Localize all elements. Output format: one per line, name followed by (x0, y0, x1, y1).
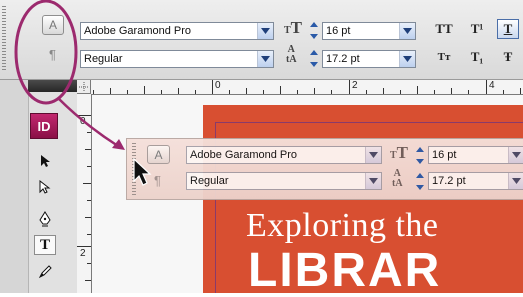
font-family-select[interactable]: Adobe Garamond Pro (186, 146, 382, 164)
leading-icon: AtA (286, 44, 297, 65)
font-size-value: 16 pt (432, 149, 457, 161)
leading-value: 17.2 pt (432, 175, 466, 187)
character-mode-icon[interactable]: A (42, 15, 64, 35)
small-caps-button[interactable]: Tт (433, 47, 455, 67)
ruler-mark-v0: 0 (80, 116, 86, 127)
leading-stepper[interactable] (309, 50, 320, 67)
horizontal-ruler[interactable]: 0 2 4 (77, 80, 523, 95)
font-size-stepper[interactable] (309, 22, 320, 39)
grip-handle-icon[interactable] (2, 6, 6, 72)
indesign-logo: ID (30, 113, 58, 139)
zoomed-control-panel-callout: A ¶ Adobe Garamond Pro Regular TT 16 pt … (126, 138, 523, 200)
ruler-origin[interactable] (77, 80, 91, 94)
font-style-value: Regular (84, 53, 123, 65)
dropdown-arrow-icon[interactable] (508, 147, 523, 163)
dropdown-arrow-icon[interactable] (399, 23, 415, 39)
font-size-field[interactable]: 16 pt (322, 22, 416, 40)
ruler-mark-2: 2 (352, 80, 358, 91)
font-style-value: Regular (190, 175, 229, 187)
selection-tool-icon[interactable] (34, 151, 56, 171)
superscript-button[interactable]: T¹ (466, 19, 488, 39)
paragraph-mode-icon[interactable]: ¶ (154, 173, 161, 188)
mouse-cursor-icon (133, 158, 152, 186)
paragraph-mode-icon[interactable]: ¶ (49, 47, 56, 62)
leading-field[interactable]: 17.2 pt (322, 50, 416, 68)
font-style-select[interactable]: Regular (186, 172, 382, 190)
tools-panel-header[interactable] (28, 80, 77, 92)
underline-glyph: T (503, 21, 513, 36)
dropdown-arrow-icon[interactable] (399, 51, 415, 67)
cover-title-line1[interactable]: Exploring the (246, 207, 439, 245)
dropdown-arrow-icon[interactable] (257, 23, 273, 39)
font-size-icon: TT (284, 18, 303, 37)
all-caps-button[interactable]: TT (433, 19, 455, 39)
ruler-mark-v2: 2 (80, 248, 86, 259)
font-style-select[interactable]: Regular (80, 50, 274, 68)
font-family-value: Adobe Garamond Pro (190, 149, 298, 161)
font-family-value: Adobe Garamond Pro (84, 25, 192, 37)
cover-title-line2[interactable]: LIBRAR (248, 247, 441, 295)
font-size-value: 16 pt (326, 25, 351, 37)
type-tool-icon[interactable]: T (34, 235, 56, 255)
underline-button[interactable]: T (497, 19, 519, 39)
direct-selection-tool-icon[interactable] (34, 177, 56, 197)
leading-icon: AtA (392, 168, 403, 189)
pencil-tool-icon[interactable] (34, 262, 56, 282)
dropdown-arrow-icon[interactable] (365, 147, 381, 163)
dropdown-arrow-icon[interactable] (508, 173, 523, 189)
leading-stepper[interactable] (415, 173, 426, 190)
control-panel: A ¶ Adobe Garamond Pro Regular TT 16 pt … (0, 0, 523, 80)
font-size-field[interactable]: 16 pt (428, 146, 523, 164)
ruler-mark-4: 4 (489, 80, 495, 91)
subscript-button[interactable]: T₁ (466, 47, 488, 67)
font-size-icon: TT (390, 143, 409, 162)
strikethrough-button[interactable]: Ŧ (497, 47, 519, 67)
dropdown-arrow-icon[interactable] (365, 173, 381, 189)
ruler-mark-0: 0 (215, 80, 221, 91)
leading-value: 17.2 pt (326, 53, 360, 65)
vertical-ruler[interactable]: 0 2 (77, 94, 92, 293)
font-size-stepper[interactable] (415, 147, 426, 164)
dropdown-arrow-icon[interactable] (257, 51, 273, 67)
pen-tool-icon[interactable] (34, 209, 56, 229)
font-family-select[interactable]: Adobe Garamond Pro (80, 22, 274, 40)
leading-field[interactable]: 17.2 pt (428, 172, 523, 190)
